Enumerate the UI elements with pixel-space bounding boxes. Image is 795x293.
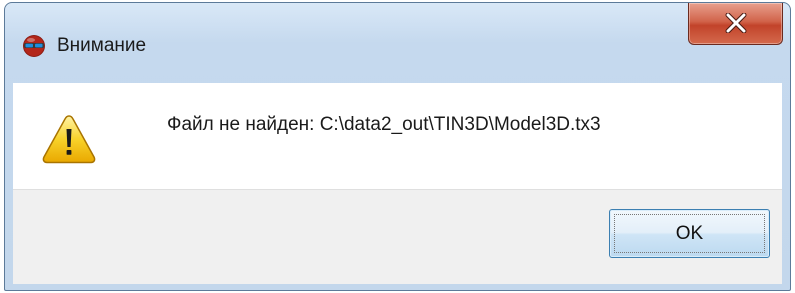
app-glasses-icon: [22, 34, 46, 58]
dialog-window: Внимание Файл не найден: C:\data2_out\TI…: [4, 2, 791, 291]
message-area: Файл не найден: C:\data2_out\TIN3D\Model…: [13, 83, 782, 189]
button-bar: OK: [13, 189, 782, 284]
warning-icon: [42, 114, 96, 164]
ok-button-label: OK: [675, 223, 704, 244]
window-title: Внимание: [57, 35, 147, 56]
close-icon: [725, 13, 747, 33]
error-message: Файл не найден: C:\data2_out\TIN3D\Model…: [167, 114, 601, 135]
ok-button[interactable]: OK: [609, 209, 770, 258]
title-bar[interactable]: Внимание: [5, 3, 790, 83]
close-button[interactable]: [688, 3, 783, 45]
